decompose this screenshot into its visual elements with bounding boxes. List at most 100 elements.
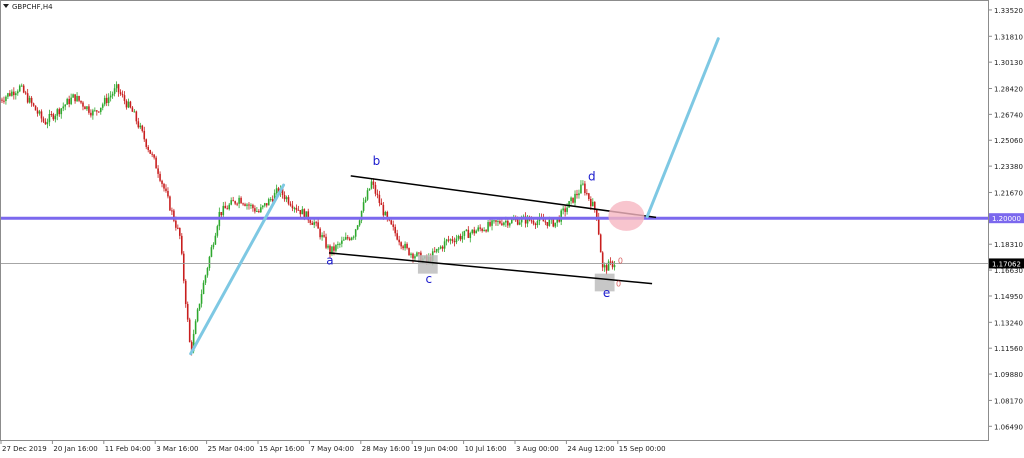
candle-body: [412, 254, 414, 259]
candle-body: [290, 204, 292, 206]
candle-body: [440, 247, 442, 249]
candle-body: [519, 222, 521, 224]
candle-body: [537, 221, 539, 225]
candle-body: [410, 254, 412, 255]
candle-body: [82, 103, 84, 107]
candle-body: [29, 98, 31, 103]
candle-body: [317, 222, 319, 228]
candle-body: [402, 246, 404, 248]
candle-body: [562, 208, 564, 210]
candle-body: [130, 102, 132, 108]
candle-body: [578, 193, 580, 195]
candle-body: [163, 184, 165, 189]
x-tick-label: 15 Sep 00:00: [619, 445, 666, 453]
candle-body: [448, 240, 450, 241]
candle-body: [78, 96, 80, 101]
candle-body: [381, 203, 383, 205]
candle-body: [359, 220, 361, 225]
candle-body: [392, 224, 394, 227]
candle-body: [296, 208, 298, 210]
candle-body: [207, 268, 209, 275]
candle-body: [149, 150, 151, 154]
x-tick-label: 28 May 16:00: [362, 445, 410, 453]
candle-body: [493, 220, 495, 221]
candle-body: [564, 208, 566, 211]
candle-body: [588, 193, 590, 199]
candle-body: [17, 91, 19, 93]
candle-body: [244, 204, 246, 206]
candle-body: [256, 211, 258, 212]
x-tick-label: 11 Feb 04:00: [105, 445, 151, 453]
candle-body: [533, 221, 535, 224]
wave-label-a: a: [326, 253, 333, 267]
candle-body: [147, 147, 149, 150]
candle-body: [509, 223, 511, 225]
chart-symbol-title: GBPCHF,H4: [12, 3, 53, 11]
candle-body: [288, 197, 290, 203]
candle-body: [608, 261, 610, 270]
wave-label-d: d: [588, 169, 596, 183]
candle-body: [181, 236, 183, 254]
candle-body: [454, 241, 456, 242]
candle-body: [201, 294, 203, 304]
candle-body: [355, 229, 357, 236]
chart-window[interactable]: abcde00 1.335201.318101.301301.284201.26…: [0, 0, 1024, 454]
candle-body: [351, 238, 353, 240]
wave-label-c: c: [425, 272, 432, 286]
y-tick-label: 1.11560: [994, 345, 1023, 353]
candle-body: [582, 184, 584, 185]
candle-body: [349, 238, 351, 239]
candle-body: [458, 236, 460, 239]
candle-body: [572, 198, 574, 203]
candle-body: [414, 256, 416, 258]
candle-body: [460, 236, 462, 239]
candle-body: [68, 99, 70, 104]
y-tick-label: 1.28420: [994, 85, 1023, 93]
candle-body: [333, 246, 335, 250]
candle-body: [167, 191, 169, 196]
candle-body: [118, 84, 120, 92]
candle-body: [335, 245, 337, 251]
candle-body: [436, 249, 438, 252]
candle-body: [134, 111, 136, 112]
candle-body: [325, 237, 327, 248]
candle-body: [84, 107, 86, 110]
candle-body: [416, 252, 418, 256]
candle-body: [547, 222, 549, 226]
candle-body: [489, 222, 491, 226]
candle-body: [138, 121, 140, 127]
candle-body: [250, 205, 252, 206]
candle-body: [153, 155, 155, 158]
candle-body: [242, 203, 244, 204]
wave-label-b: b: [373, 154, 381, 168]
candle-body: [390, 220, 392, 224]
candle-body: [576, 194, 578, 195]
candle-body: [560, 210, 562, 221]
price-chart[interactable]: abcde00 1.335201.318101.301301.284201.26…: [0, 0, 1024, 454]
candle-body: [483, 230, 485, 231]
candle-body: [477, 227, 479, 230]
candle-body: [141, 126, 143, 131]
candle-body: [246, 205, 248, 206]
candle-body: [143, 131, 145, 139]
candle-body: [112, 94, 114, 96]
candle-body: [345, 237, 347, 239]
candle-body: [51, 114, 53, 115]
candle-body: [400, 242, 402, 246]
candle-body: [13, 92, 15, 95]
candle-body: [100, 108, 102, 112]
candle-body: [383, 205, 385, 215]
candle-body: [418, 252, 420, 253]
candle-body: [157, 168, 159, 173]
candle-body: [64, 105, 66, 107]
candle-body: [434, 251, 436, 252]
candle-body: [262, 206, 264, 208]
candle-body: [309, 220, 311, 223]
candle-body: [211, 247, 213, 257]
y-tick-label: 1.13240: [994, 319, 1023, 327]
candle-body: [604, 265, 606, 267]
candle-body: [248, 205, 250, 206]
candle-body: [327, 246, 329, 248]
candle-body: [110, 96, 112, 98]
x-tick-label: 10 Jul 16:00: [465, 445, 507, 453]
